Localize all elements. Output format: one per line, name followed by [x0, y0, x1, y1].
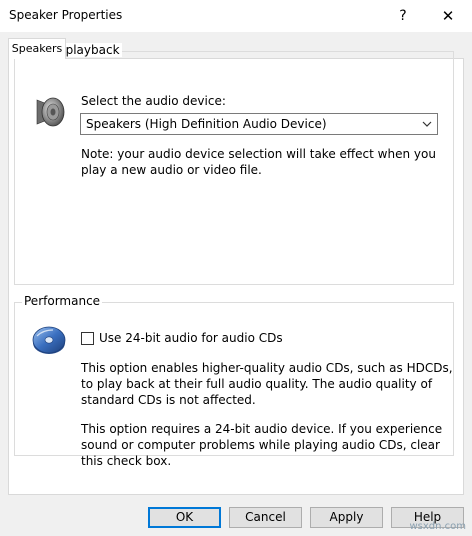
watermark: wsxdn.com	[409, 521, 466, 532]
ok-button[interactable]: OK	[148, 507, 221, 528]
tab-speakers[interactable]: Speakers	[8, 38, 66, 59]
selected-device-value: Speakers (High Definition Audio Device)	[86, 117, 327, 131]
performance-heading: Performance	[22, 294, 103, 308]
use-24bit-checkbox[interactable]	[81, 332, 94, 345]
help-title-button[interactable]: ?	[386, 0, 420, 32]
close-button[interactable]: ✕	[428, 0, 468, 32]
title-bar: Speaker Properties ? ✕	[0, 0, 472, 32]
speaker-properties-dialog: Speaker Properties ? ✕ Speakers Sound pl…	[0, 0, 472, 536]
device-selection-note: Note: your audio device selection will t…	[81, 147, 436, 177]
cd-disc-icon	[32, 326, 66, 354]
audio-device-select[interactable]: Speakers (High Definition Audio Device)	[80, 113, 438, 135]
apply-button[interactable]: Apply	[310, 507, 383, 528]
window-title: Speaker Properties	[9, 8, 123, 22]
select-device-label: Select the audio device:	[81, 94, 226, 108]
speaker-icon	[36, 97, 65, 127]
performance-description-2: This option requires a 24-bit audio devi…	[81, 422, 443, 468]
chevron-down-icon	[422, 121, 432, 127]
performance-description-1: This option enables higher-quality audio…	[81, 361, 453, 407]
cancel-button[interactable]: Cancel	[229, 507, 302, 528]
use-24bit-label[interactable]: Use 24-bit audio for audio CDs	[99, 331, 283, 345]
